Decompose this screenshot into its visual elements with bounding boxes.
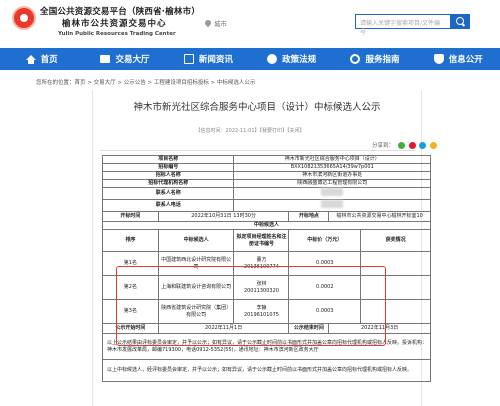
open-place: 榆林市公共资源交易中心榆林开标室10 (328, 211, 431, 222)
candidate-award (360, 275, 431, 300)
col-award: 获奖情况 (360, 229, 431, 252)
main-nav: 首页 交易大厅 新闻资讯 政策法规 服务指南 信息公开 (0, 48, 500, 70)
open-time: 2022年10月31日 13时30分 (157, 211, 290, 222)
pm-cert: 20196101075 (243, 311, 279, 318)
redacted-phone (321, 200, 344, 208)
nav-info[interactable]: 信息公开 (417, 48, 500, 70)
tender-no-label: 招标编号 (101, 163, 235, 172)
nav-news[interactable]: 新闻资讯 (167, 48, 250, 70)
col-price: 中标价（万元） (288, 229, 362, 252)
col-candidate: 中标候选人 (157, 229, 235, 252)
table-row: 第3名 陕西省建筑设计研究院（集团）有限公司 李静 20196101075 0.0… (102, 299, 431, 324)
candidate-rank: 第1名 (102, 251, 159, 276)
table-row: 第2名 上海和联建筑设计咨询有限公司 张林 20011300320 0.0002 (102, 275, 431, 300)
pub-end: 2022年11月3日 (328, 323, 431, 334)
candidate-price: 0.0003 (288, 299, 362, 324)
col-rank: 排序 (102, 229, 159, 252)
candidate-price: 0.0002 (288, 275, 362, 300)
table-row: 第1名 中国建筑西北设计研究院有限公司 董方 20136100774 0.0003 (102, 251, 431, 276)
site-title-en: Yulin Public Resources Trading Center (58, 31, 176, 37)
search-button[interactable] (450, 14, 470, 29)
pub-start-label: 公示开始时间 (102, 323, 159, 334)
candidate-award (360, 251, 431, 276)
city-selector[interactable]: 城市 (203, 18, 227, 28)
notice-text: 以上公示结果由评标委员会审定，并予以公示；如有异议，请于公示截止时间前以书面形式… (102, 333, 431, 360)
tender-no: BXX10821353665A14/39w7p001 (233, 163, 431, 172)
candidate-pm: 李静 20196101075 (233, 299, 290, 324)
nav-service-label: 服务指南 (365, 55, 400, 65)
pm-name: 董方 (256, 256, 267, 263)
announcement-table: 项目名称 神木市新光社区综合服务中心项目（设计） 招标编号 BXX1082135… (101, 155, 431, 382)
site-logo[interactable] (12, 6, 36, 30)
nav-home[interactable]: 首页 (0, 48, 83, 70)
service-icon (350, 54, 361, 64)
pm-name: 李静 (256, 304, 267, 311)
phone-value (233, 199, 431, 212)
open-place-label: 开标地点 (288, 211, 330, 222)
search-input[interactable]: 请输入关键字搜索项目/文件编号 (355, 14, 450, 36)
nav-policy-label: 政策法规 (282, 55, 317, 65)
notice-text-2: 以上中标候选人，经评标委员会审定，并予以公示；如有异议，请于公示截止时间前以书面… (102, 359, 431, 382)
site-title: 全国公共资源交易平台（陕西省·榆林市） (40, 7, 201, 17)
news-icon (183, 54, 194, 64)
phone-label: 联系人电话 (101, 199, 235, 212)
candidate-name: 上海和联建筑设计咨询有限公司 (157, 275, 235, 300)
candidate-rank: 第2名 (102, 275, 159, 300)
project-name: 神木市新光社区综合服务中心项目（设计） (233, 155, 431, 164)
candidate-rank: 第3名 (102, 299, 159, 324)
share-bar: 分享到： (372, 141, 438, 149)
agency-label: 招标代理机构名称 (101, 179, 235, 188)
share-label: 分享到： (372, 143, 395, 149)
policy-icon (267, 54, 278, 64)
candidate-name: 中国建筑西北设计研究院有限公司 (157, 251, 235, 276)
nav-trade-hall[interactable]: 交易大厅 (83, 48, 166, 70)
nav-trade-hall-label: 交易大厅 (115, 55, 150, 65)
wechat-share-icon[interactable] (397, 142, 405, 149)
breadcrumb[interactable]: 您所在的位置：首页 > 交易大厅 > 公示公告 > 工程建设项目招标投标 > 中… (36, 78, 255, 86)
candidates-heading: 中标候选人 (102, 221, 431, 230)
tenderer-label: 招标人名称 (101, 171, 235, 180)
redacted-contact (321, 188, 344, 196)
pub-start: 2022年11月1日 (157, 323, 290, 334)
candidate-price: 0.0003 (288, 251, 362, 276)
nav-policy[interactable]: 政策法规 (250, 48, 333, 70)
site-subtitle: 榆林市公共资源交易中心 (62, 19, 167, 29)
weibo-share-icon[interactable] (408, 142, 416, 149)
pm-name: 张林 (256, 280, 267, 287)
page-title: 神木市新光社区综合服务中心项目（设计）中标候选人公示 (133, 102, 381, 113)
pm-cert: 20011300320 (243, 287, 279, 294)
trade-hall-icon (100, 55, 111, 63)
project-name-label: 项目名称 (101, 155, 235, 164)
home-icon (25, 54, 36, 64)
doc-meta[interactable]: 【信息时间：2022-11-01】【我要打印】【关闭】 (0, 127, 500, 134)
pm-cert: 20136100774 (243, 263, 279, 270)
open-time-label: 开标时间 (102, 211, 159, 222)
info-icon (433, 54, 444, 64)
candidate-pm: 张林 20011300320 (233, 275, 290, 300)
candidate-pm: 董方 20136100774 (233, 251, 290, 276)
nav-info-label: 信息公开 (448, 55, 483, 65)
tenderer: 神木市滨河新区街道办事处 (233, 171, 431, 180)
qzone-share-icon[interactable] (430, 142, 438, 149)
city-label: 城市 (214, 20, 227, 28)
location-pin-icon (203, 18, 213, 28)
col-project-manager: 拟定项目经理姓名和注册证书编号 (233, 229, 290, 252)
nav-home-label: 首页 (40, 55, 58, 65)
nav-news-label: 新闻资讯 (198, 55, 233, 65)
contact-value (233, 187, 431, 200)
qq-share-icon[interactable] (419, 142, 427, 149)
pub-end-label: 公示结束时间 (288, 323, 330, 334)
contact-label: 联系人名称 (101, 187, 235, 200)
agency: 陕西融盛博达工程管理有限公司 (233, 179, 431, 188)
candidate-award (360, 299, 431, 324)
candidate-name: 陕西省建筑设计研究院（集团）有限公司 (157, 299, 235, 324)
divider (100, 150, 416, 151)
site-header: 全国公共资源交易平台（陕西省·榆林市） 榆林市公共资源交易中心 Yulin Pu… (0, 0, 500, 44)
nav-service[interactable]: 服务指南 (333, 48, 416, 70)
